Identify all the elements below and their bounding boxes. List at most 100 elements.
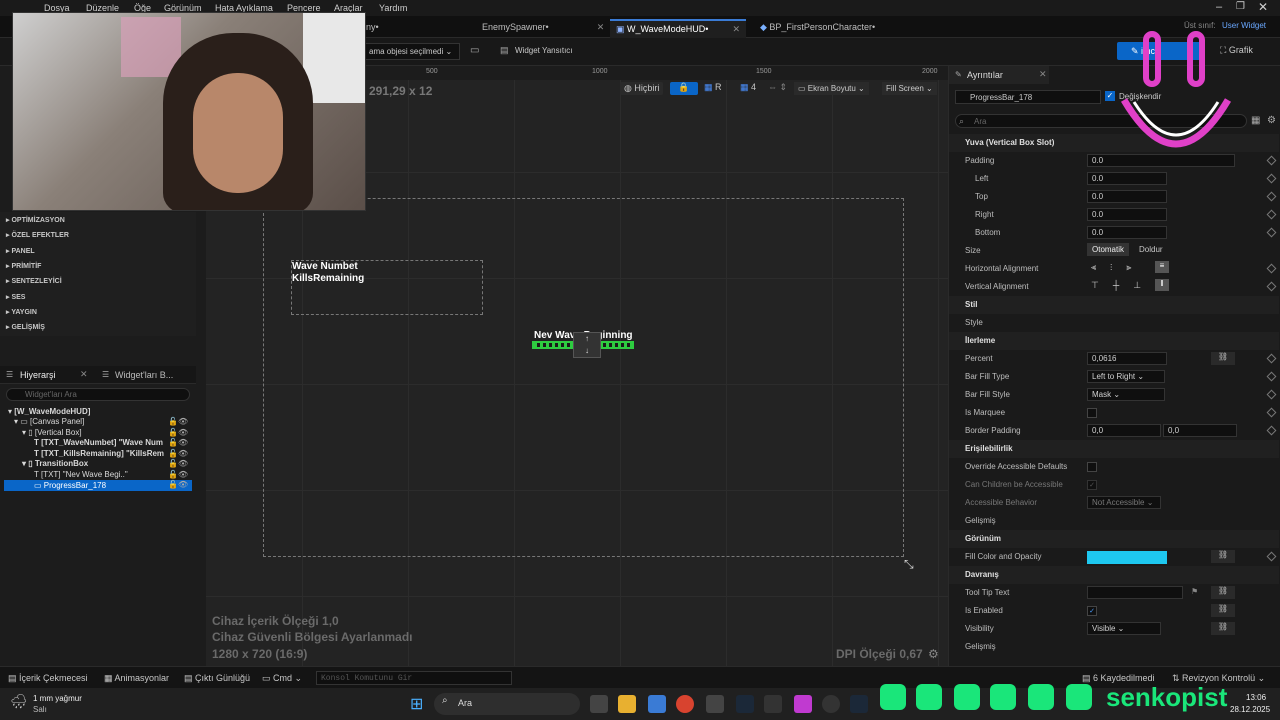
tree-item-root[interactable]: ▾ [W_WaveModeHUD] <box>8 407 90 416</box>
size-fill-button[interactable]: Doldur <box>1139 245 1163 254</box>
fill-color-swatch[interactable] <box>1087 551 1167 564</box>
move-arrows-icon[interactable]: ↑ ↓ <box>573 332 601 358</box>
preview-icons[interactable]: ⇔ ⇕ <box>768 82 787 93</box>
palette-optimization[interactable]: ▸ OPTİMİZASYON <box>6 216 65 224</box>
progress-section[interactable]: İlerleme <box>949 332 1279 350</box>
tree-item-transitionbox[interactable]: ▾ ▯ TransitionBox <box>22 459 88 468</box>
tree-item-wavenumbet[interactable]: T [TXT_WaveNumbet] "Wave Num <box>34 438 163 447</box>
folder-icon[interactable]: ▭ <box>470 45 479 56</box>
tree-item-vertical-box[interactable]: ▾ ▯ [Vertical Box] <box>22 428 82 437</box>
none-button[interactable]: ◍ Hiçbiri <box>620 82 664 95</box>
screen-size-dropdown[interactable]: ▭ Ekran Boyutu ⌄ <box>794 82 869 95</box>
border-padding-y-input[interactable]: 0,0 <box>1163 424 1237 437</box>
steam-icon[interactable] <box>736 695 754 713</box>
border-padding-x-input[interactable]: 0,0 <box>1087 424 1161 437</box>
reset-icon[interactable] <box>1266 209 1277 220</box>
console-input[interactable]: Konsol Komutunu Gir <box>316 671 512 685</box>
reset-icon[interactable] <box>1266 551 1277 562</box>
weather-text[interactable]: 1 mm yağmur <box>33 694 82 703</box>
style-section[interactable]: Stil <box>949 296 1279 314</box>
epic-icon[interactable] <box>764 695 782 713</box>
app-icon[interactable] <box>794 695 812 713</box>
windows-start-icon[interactable]: ⊞ <box>410 694 423 714</box>
output-log-button[interactable]: ▤ Çıktı Günlüğü <box>184 673 250 684</box>
bind-button[interactable]: ⛓ <box>1211 550 1235 563</box>
enabled-checkbox[interactable]: ✓ <box>1087 606 1097 616</box>
bind-button[interactable]: ⛓ <box>1211 622 1235 635</box>
lock-icon[interactable]: 🔒 <box>670 82 698 95</box>
palette-primitive[interactable]: ▸ PRİMİTİF <box>6 262 41 270</box>
reset-icon[interactable] <box>1266 371 1277 382</box>
reset-icon[interactable] <box>1266 155 1277 166</box>
close-hierarchy-icon[interactable]: ✕ <box>80 369 88 380</box>
clock-time[interactable]: 13:06 <box>1246 693 1266 702</box>
halign-buttons[interactable]: ⫷⫶⫸ <box>1091 262 1145 273</box>
advanced-row-2[interactable]: Gelişmiş <box>949 638 1279 656</box>
close-tab-icon[interactable]: ✕ <box>732 24 740 35</box>
chrome-icon[interactable] <box>676 695 694 713</box>
file-explorer-icon[interactable] <box>618 695 636 713</box>
taskview-icon[interactable] <box>590 695 608 713</box>
bind-button[interactable]: ⛓ <box>1211 352 1235 365</box>
bind-button[interactable]: ⛓ <box>1211 604 1235 617</box>
fill-type-dropdown[interactable]: Left to Right ⌄ <box>1087 370 1165 383</box>
tab-wavemodehud[interactable]: ▣ W_WaveModeHUD• ✕ <box>610 19 746 38</box>
discord-icon[interactable] <box>706 695 724 713</box>
behavior-section[interactable]: Davranış <box>949 566 1279 584</box>
minimize-icon[interactable]: – <box>1216 1 1222 13</box>
vertical-box-bounds[interactable]: Wave Numbet KillsRemaining <box>291 260 483 315</box>
left-input[interactable]: 0.0 <box>1087 172 1167 185</box>
close-details-icon[interactable]: ✕ <box>1039 69 1047 80</box>
tree-item-canvas[interactable]: ▾ ▭ [Canvas Panel] <box>14 417 84 426</box>
store-icon[interactable] <box>648 695 666 713</box>
valign-buttons[interactable]: ⊤┼⊥ <box>1091 280 1155 291</box>
style-row[interactable]: Style <box>949 314 1279 332</box>
reset-icon[interactable] <box>1266 263 1277 274</box>
reset-icon[interactable] <box>1266 389 1277 400</box>
reset-icon[interactable] <box>1266 173 1277 184</box>
palette-synth[interactable]: ▸ SENTEZLEYİCİ <box>6 277 62 285</box>
bottom-input[interactable]: 0.0 <box>1087 226 1167 239</box>
advanced-row-1[interactable]: Gelişmiş <box>949 512 1279 530</box>
reset-icon[interactable] <box>1266 353 1277 364</box>
valign-fill-icon[interactable]: ‖ <box>1155 279 1169 291</box>
close-icon[interactable]: ✕ <box>1258 0 1268 14</box>
close-tab-icon[interactable]: ✕ <box>597 22 605 32</box>
grid-size-button[interactable]: ▦ 4 <box>740 82 756 93</box>
visibility-dropdown[interactable]: Visible ⌄ <box>1087 622 1161 635</box>
animations-button[interactable]: ▦ Animasyonlar <box>104 673 169 684</box>
reset-icon[interactable] <box>1266 407 1277 418</box>
widget-reflector-button[interactable]: Widget Yansıtıcı <box>515 46 573 55</box>
fill-style-dropdown[interactable]: Mask ⌄ <box>1087 388 1165 401</box>
tree-item-txt[interactable]: T [TXT] "Nev Wave Begi.." <box>34 470 128 479</box>
fill-screen-dropdown[interactable]: Fill Screen ⌄ <box>882 82 937 95</box>
lock-eye-icons[interactable]: 🔓👁 🔓👁 🔓👁 🔓👁 🔓👁 🔓👁 🔓👁 <box>168 417 188 491</box>
reset-icon[interactable] <box>1266 425 1277 436</box>
percent-input[interactable]: 0,0616 <box>1087 352 1167 365</box>
accessibility-section[interactable]: Erişilebilirlik <box>949 440 1279 458</box>
content-drawer-button[interactable]: ▤ İçerik Çekmecesi <box>8 673 88 684</box>
resize-handle-icon[interactable]: ⤡ <box>904 557 914 572</box>
details-tab[interactable]: ✎ Ayrıntılar ✕ <box>949 66 1049 84</box>
palette-panel[interactable]: ▸ PANEL <box>6 247 35 255</box>
widget-name-input[interactable]: ProgressBar_178 <box>955 90 1101 104</box>
tab-enemyspawner[interactable]: EnemySpawner• ✕ <box>476 19 610 38</box>
maximize-icon[interactable]: ❐ <box>1236 1 1245 12</box>
halign-fill-icon[interactable]: ≡ <box>1155 261 1169 273</box>
is-variable-checkbox[interactable]: ✓ <box>1105 91 1115 101</box>
tab-fpcharacter[interactable]: ◆ BP_FirstPersonCharacter• <box>754 19 881 38</box>
marquee-checkbox[interactable] <box>1087 408 1097 418</box>
kills-remaining-text[interactable]: KillsRemaining <box>292 273 364 284</box>
tab-widget-binds[interactable]: Widget'ları B... <box>115 370 173 380</box>
palette-advanced[interactable]: ▸ GELİŞMİŞ <box>6 323 45 331</box>
bind-button[interactable]: ⛓ <box>1211 586 1235 599</box>
reset-icon[interactable] <box>1266 227 1277 238</box>
palette-audio[interactable]: ▸ SES <box>6 293 25 301</box>
tree-item-progressbar[interactable]: ▭ ProgressBar_178 <box>4 480 192 491</box>
palette-special-effects[interactable]: ▸ ÖZEL EFEKTLER <box>6 231 69 239</box>
steam2-icon[interactable] <box>850 695 868 713</box>
palette-common[interactable]: ▸ YAYGIN <box>6 308 37 316</box>
unreal-icon[interactable] <box>822 695 840 713</box>
tooltip-input[interactable] <box>1087 586 1183 599</box>
tree-item-killsremaining[interactable]: T [TXT_KillsRemaining] "KillsRem <box>34 449 164 458</box>
